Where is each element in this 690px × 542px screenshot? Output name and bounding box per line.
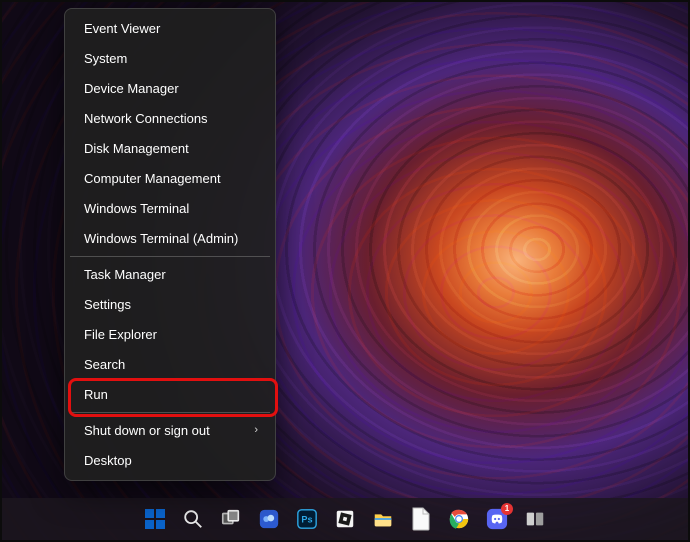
photoshop-icon[interactable]: Ps	[294, 506, 320, 532]
menu-item-label: Event Viewer	[84, 22, 160, 35]
menu-item-label: Task Manager	[84, 268, 166, 281]
document-icon[interactable]	[408, 506, 434, 532]
discord-icon[interactable]: 1	[484, 506, 510, 532]
start-button[interactable]	[142, 506, 168, 532]
menu-item-label: Disk Management	[84, 142, 189, 155]
menu-item-label: Windows Terminal	[84, 202, 189, 215]
notification-badge: 1	[501, 503, 513, 515]
taskbar: Ps 1	[2, 498, 688, 540]
menu-item-label: Desktop	[84, 454, 132, 467]
task-view-button[interactable]	[218, 506, 244, 532]
menu-settings[interactable]: Settings	[70, 290, 270, 319]
chevron-right-icon: ›	[254, 425, 258, 436]
menu-event-viewer[interactable]: Event Viewer	[70, 14, 270, 43]
svg-text:Ps: Ps	[301, 515, 312, 525]
menu-item-label: Network Connections	[84, 112, 208, 125]
power-user-menu: Event Viewer System Device Manager Network …	[64, 8, 276, 481]
chrome-icon[interactable]	[446, 506, 472, 532]
file-explorer-icon[interactable]	[370, 506, 396, 532]
menu-file-explorer[interactable]: File Explorer	[70, 320, 270, 349]
menu-item-label: Windows Terminal (Admin)	[84, 232, 238, 245]
menu-disk-management[interactable]: Disk Management	[70, 134, 270, 163]
menu-item-label: Settings	[84, 298, 131, 311]
menu-system[interactable]: System	[70, 44, 270, 73]
menu-item-label: System	[84, 52, 127, 65]
app-icon[interactable]	[522, 506, 548, 532]
menu-computer-management[interactable]: Computer Management	[70, 164, 270, 193]
menu-run[interactable]: Run	[70, 380, 270, 409]
menu-task-manager[interactable]: Task Manager	[70, 260, 270, 289]
menu-item-label: Search	[84, 358, 125, 371]
menu-shutdown-signout[interactable]: Shut down or sign out ›	[70, 416, 270, 445]
menu-device-manager[interactable]: Device Manager	[70, 74, 270, 103]
widgets-button[interactable]	[256, 506, 282, 532]
menu-desktop[interactable]: Desktop	[70, 446, 270, 475]
menu-search[interactable]: Search	[70, 350, 270, 379]
menu-separator	[70, 412, 270, 413]
menu-item-label: Run	[84, 388, 108, 401]
menu-windows-terminal-admin[interactable]: Windows Terminal (Admin)	[70, 224, 270, 253]
menu-windows-terminal[interactable]: Windows Terminal	[70, 194, 270, 223]
search-button[interactable]	[180, 506, 206, 532]
roblox-icon[interactable]	[332, 506, 358, 532]
menu-item-label: File Explorer	[84, 328, 157, 341]
menu-separator	[70, 256, 270, 257]
menu-item-label: Computer Management	[84, 172, 221, 185]
menu-network-connections[interactable]: Network Connections	[70, 104, 270, 133]
menu-item-label: Shut down or sign out	[84, 424, 210, 437]
menu-item-label: Device Manager	[84, 82, 179, 95]
desktop-wallpaper: Event Viewer System Device Manager Network …	[0, 0, 690, 542]
